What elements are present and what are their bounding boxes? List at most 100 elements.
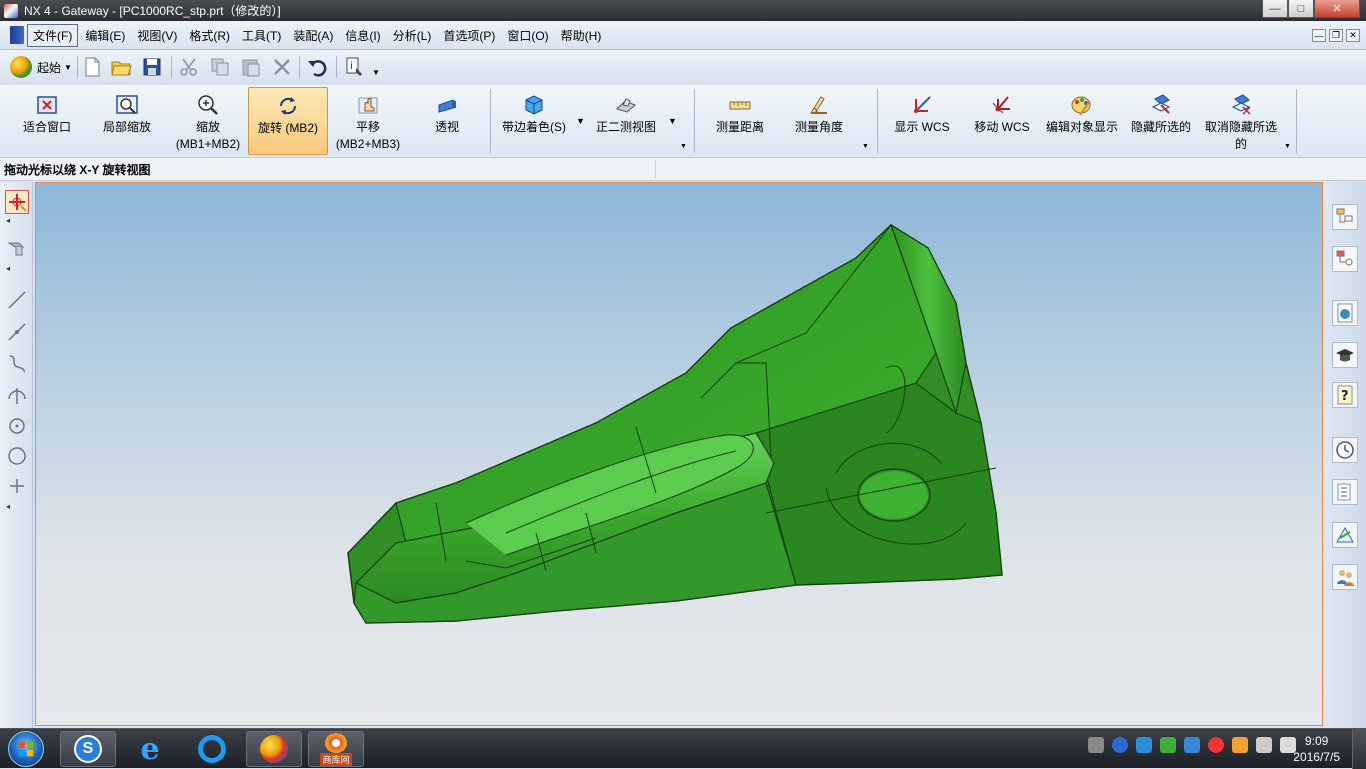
fit-window-button[interactable]: 适合窗口 [12,87,82,154]
qq-icon[interactable] [1208,737,1224,753]
info-icon[interactable]: i [343,55,367,79]
doc-close-button[interactable]: ✕ [1346,29,1360,42]
clock-time: 9:09 [1304,734,1329,748]
point-icon[interactable] [5,474,29,498]
group-expand-icon[interactable]: ◂ [6,264,10,273]
doc-restore-button[interactable]: ❐ [1329,29,1343,42]
shading-dropdown-icon[interactable]: ▼ [576,116,585,126]
hint-separator [655,160,656,178]
graphics-window[interactable] [35,182,1323,726]
sogou-icon: S [74,735,102,763]
weather-icon[interactable] [1232,737,1248,753]
trimetric-view-button[interactable]: 正二测视图 [590,87,662,154]
chevron-down-icon[interactable]: ▼ [372,68,380,77]
process-studio-icon[interactable] [1332,522,1358,548]
menu-analysis[interactable]: 分析(L) [388,25,437,46]
network-icon[interactable] [1136,737,1152,753]
new-file-icon[interactable] [80,55,104,79]
rotate-xy-icon[interactable] [5,190,29,214]
menu-file[interactable]: 文件(F) [27,23,79,47]
close-button[interactable]: ✕ [1314,0,1360,18]
measure-distance-button[interactable]: 测量距离 [706,87,774,154]
zoom-button[interactable]: 缩放 (MB1+MB2) [168,87,248,154]
part-navigator-icon[interactable] [1332,246,1358,272]
maximize-button[interactable]: □ [1288,0,1314,18]
move-wcs-button[interactable]: 移动 WCS [966,87,1038,154]
menu-tools[interactable]: 工具(T) [237,25,286,46]
training-icon[interactable] [1332,342,1358,368]
hide-selected-button[interactable]: 隐藏所选的 [1128,87,1194,154]
monitor-icon[interactable] [1184,737,1200,753]
ribbon-group-dropdown-icon[interactable]: ▼ [680,143,687,150]
tangent-icon[interactable] [5,384,29,408]
web-browser-icon[interactable] [1332,300,1358,326]
menu-preferences[interactable]: 首选项(P) [438,25,500,46]
perspective-button[interactable]: 透视 [412,87,482,154]
menu-view[interactable]: 视图(V) [132,25,182,46]
group-expand-icon[interactable]: ◂ [6,502,10,511]
menu-information[interactable]: 信息(I) [340,25,385,46]
edit-object-display-button[interactable]: 编辑对象显示 [1042,87,1122,154]
taskbar-nx[interactable] [246,731,302,767]
security-icon[interactable] [1160,737,1176,753]
line-icon[interactable] [5,288,29,312]
unhide-selected-button[interactable]: 取消隐藏所选 的 [1200,87,1282,154]
history-icon[interactable] [1332,437,1358,463]
rotate-button[interactable]: 旋转 (MB2) [248,87,328,155]
start-menu-button[interactable]: 起始 ▼ [10,55,72,79]
assembly-navigator-icon[interactable] [1332,204,1358,230]
menu-assemblies[interactable]: 装配(A) [288,25,338,46]
nx-app-icon [4,3,18,18]
taskbar-shangku[interactable]: 商库网 [308,731,364,767]
resource-bar: ? [1325,182,1366,728]
delete-icon[interactable] [270,55,294,79]
shaded-with-edges-button[interactable]: 带边着色(S) [498,87,570,154]
show-wcs-button[interactable]: 显示 WCS [886,87,958,154]
ribbon-group-dropdown-icon[interactable]: ▼ [862,143,869,150]
zoom-region-icon [114,92,140,118]
show-desktop-button[interactable] [1352,729,1366,769]
taskbar-qq-browser[interactable] [184,731,240,767]
paste-icon[interactable] [239,55,263,79]
circle-icon[interactable] [5,444,29,468]
taskbar-ie[interactable]: e [122,731,178,767]
start-button[interactable] [6,731,46,767]
view-dropdown-icon[interactable]: ▼ [668,116,677,126]
signal-icon[interactable] [1256,737,1272,753]
zoom-region-button[interactable]: 局部缩放 [92,87,162,154]
nx-menu-icon[interactable] [10,26,24,44]
point-on-circle-icon[interactable] [5,414,29,438]
roles-icon[interactable] [1332,564,1358,590]
cut-icon[interactable] [177,55,201,79]
internet-explorer-icon: e [140,731,160,767]
minimize-button[interactable]: — [1262,0,1288,18]
menu-window[interactable]: 窗口(O) [502,25,553,46]
window-title: NX 4 - Gateway - [PC1000RC_stp.prt（修改的）] [24,4,281,18]
curve-icon[interactable] [5,352,29,376]
save-icon[interactable] [140,55,164,79]
keyboard-icon[interactable] [1088,737,1104,753]
pan-button[interactable]: 平移 (MB2+MB3) [330,87,406,154]
menu-edit[interactable]: 编辑(E) [80,25,130,46]
trimetric-view-label: 正二测视图 [595,120,656,134]
undo-icon[interactable] [305,55,329,79]
menu-format[interactable]: 格式(R) [184,25,235,46]
snap-view-icon[interactable] [5,234,29,258]
menu-help[interactable]: 帮助(H) [556,25,607,46]
copy-icon[interactable] [208,55,232,79]
measure-angle-button[interactable]: 测量角度 [786,87,852,154]
line-point-icon[interactable] [5,320,29,344]
pan-shortcut-label: (MB2+MB3) [335,137,401,151]
ribbon-group-dropdown-icon[interactable]: ▼ [1284,143,1291,150]
group-expand-icon[interactable]: ◂ [6,216,10,225]
edit-object-display-icon [1069,92,1095,118]
view-ribbon: 适合窗口 局部缩放 缩放 (MB1+MB2) 旋转 (MB2) 平移 (MB2+… [0,85,1366,157]
system-materials-icon[interactable] [1332,479,1358,505]
left-toolbar: ◂ ◂ ◂ [0,182,33,728]
help-icon[interactable]: ? [1332,382,1358,408]
taskbar-sogou[interactable]: S [60,731,116,767]
doc-minimize-button[interactable]: — [1312,29,1326,42]
system-clock[interactable]: 9:09 2016/7/5 [1293,733,1340,765]
help-tray-icon[interactable] [1112,737,1128,753]
open-folder-icon[interactable] [109,55,133,79]
